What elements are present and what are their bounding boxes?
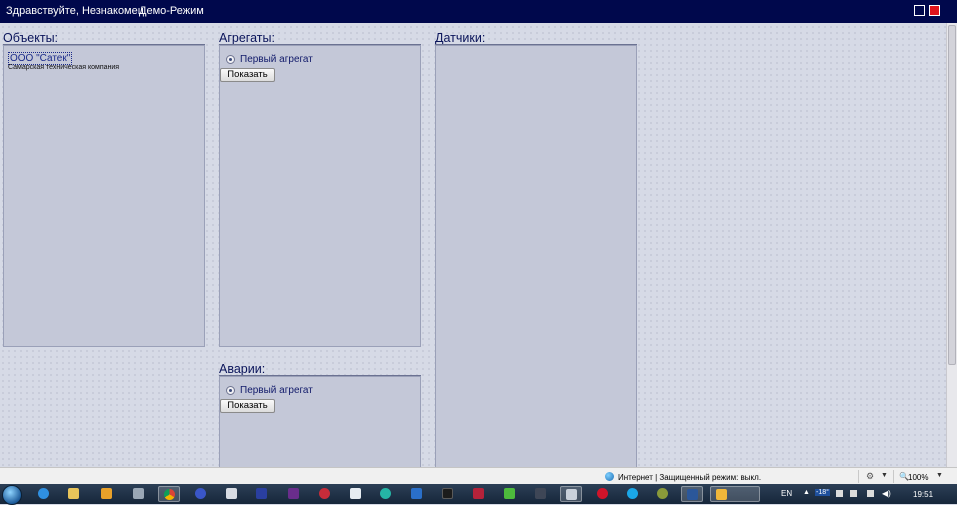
weather-temperature[interactable]: -18° (815, 489, 830, 496)
taskbar-app-11[interactable] (345, 486, 367, 502)
explorer-icon (68, 488, 79, 499)
app-icon (504, 488, 515, 499)
app-icon (350, 488, 361, 499)
tray-app-icon[interactable] (850, 490, 857, 497)
taskbar-chrome[interactable] (158, 486, 180, 502)
taskbar-skype[interactable] (622, 486, 644, 502)
chevron-down-icon[interactable]: ▼ (881, 472, 888, 479)
terminal-icon (442, 488, 453, 499)
close-button[interactable] (929, 5, 940, 16)
app-icon (657, 488, 668, 499)
scrollbar-thumb[interactable] (948, 25, 956, 365)
globe-icon (605, 472, 614, 481)
media-icon (101, 488, 112, 499)
aggregates-title: Агрегаты: (219, 31, 275, 45)
status-separator (858, 470, 859, 483)
taskbar-media[interactable] (96, 486, 118, 502)
taskbar-word[interactable] (681, 486, 703, 502)
aggregate-radio-option[interactable]: Первый агрегат (226, 54, 313, 65)
sensors-title: Датчики: (435, 31, 486, 45)
alarm-radio-label: Первый агрегат (240, 385, 313, 396)
tray-expand-icon[interactable]: ▲ (803, 489, 810, 496)
word-icon (687, 489, 698, 500)
vertical-scrollbar[interactable] (946, 23, 957, 467)
taskbar-app-14[interactable] (437, 486, 459, 502)
status-separator (893, 470, 894, 483)
object-description: Самарская техническая компания (8, 64, 120, 71)
aggregate-radio-label: Первый агрегат (240, 54, 313, 65)
taskbar-app-12[interactable] (375, 486, 397, 502)
alarms-show-button[interactable]: Показать (220, 399, 275, 413)
app-icon (566, 489, 577, 500)
demo-mode-link[interactable]: Демо-Режим (139, 5, 204, 17)
taskbar-app-15[interactable] (468, 486, 490, 502)
objects-panel (3, 45, 205, 347)
taskbar-app-17[interactable] (530, 486, 552, 502)
app-icon (288, 488, 299, 499)
zoom-level[interactable]: 100% (908, 473, 928, 482)
alarms-title: Аварии: (219, 362, 266, 376)
chrome-icon (164, 489, 175, 500)
network-icon[interactable] (867, 490, 874, 497)
app-icon (473, 488, 484, 499)
browser-status-bar: Интернет | Защищенный режим: выкл. ⚙ ▼ 🔍… (0, 467, 957, 485)
greeting-text: Здравствуйте, Незнакомец (6, 5, 145, 17)
volume-icon[interactable]: ◀) (882, 489, 891, 498)
folder-icon (716, 489, 727, 500)
ie-icon (38, 488, 49, 499)
taskbar-paint[interactable] (128, 486, 150, 502)
calculator-icon (226, 488, 237, 499)
addon-icon[interactable]: ⚙ (866, 471, 874, 482)
clock[interactable]: 19:51 (913, 490, 933, 499)
app-icon (319, 488, 330, 499)
taskbar-app-9[interactable] (283, 486, 305, 502)
language-indicator[interactable]: EN (781, 489, 792, 498)
taskbar-app-7[interactable] (221, 486, 243, 502)
aggregates-show-button[interactable]: Показать (220, 68, 275, 82)
aggregates-panel (219, 45, 421, 347)
app-icon (535, 488, 546, 499)
taskbar-app-21[interactable] (652, 486, 674, 502)
paint-icon (133, 488, 144, 499)
taskbar-opera[interactable] (592, 486, 614, 502)
app-icon (411, 488, 422, 499)
app-icon (380, 488, 391, 499)
taskbar-app-16[interactable] (499, 486, 521, 502)
chevron-down-icon[interactable]: ▼ (936, 472, 943, 479)
taskbar-app-8[interactable] (251, 486, 273, 502)
taskbar-explorer[interactable] (63, 486, 85, 502)
sensors-panel (435, 45, 637, 467)
app-icon (256, 488, 267, 499)
app-icon (195, 488, 206, 499)
taskbar-app-18[interactable] (560, 486, 582, 502)
taskbar-explorer-window[interactable] (710, 486, 760, 502)
taskbar: EN ▲ -18° ◀) 19:51 (0, 484, 957, 505)
security-zone-text[interactable]: Интернет | Защищенный режим: выкл. (618, 473, 761, 482)
top-bar: Здравствуйте, Незнакомец Демо-Режим (0, 0, 957, 23)
start-orb-icon[interactable] (2, 485, 22, 505)
radio-button[interactable] (226, 55, 235, 64)
opera-icon (597, 488, 608, 499)
radio-button[interactable] (226, 386, 235, 395)
maximize-button[interactable] (914, 5, 925, 16)
taskbar-app-6[interactable] (190, 486, 212, 502)
taskbar-app-10[interactable] (314, 486, 336, 502)
alarm-radio-option[interactable]: Первый агрегат (226, 385, 313, 396)
taskbar-app-13[interactable] (406, 486, 428, 502)
tray-app-icon[interactable] (836, 490, 843, 497)
skype-icon (627, 488, 638, 499)
objects-title: Объекты: (3, 31, 59, 45)
taskbar-ie[interactable] (33, 486, 55, 502)
